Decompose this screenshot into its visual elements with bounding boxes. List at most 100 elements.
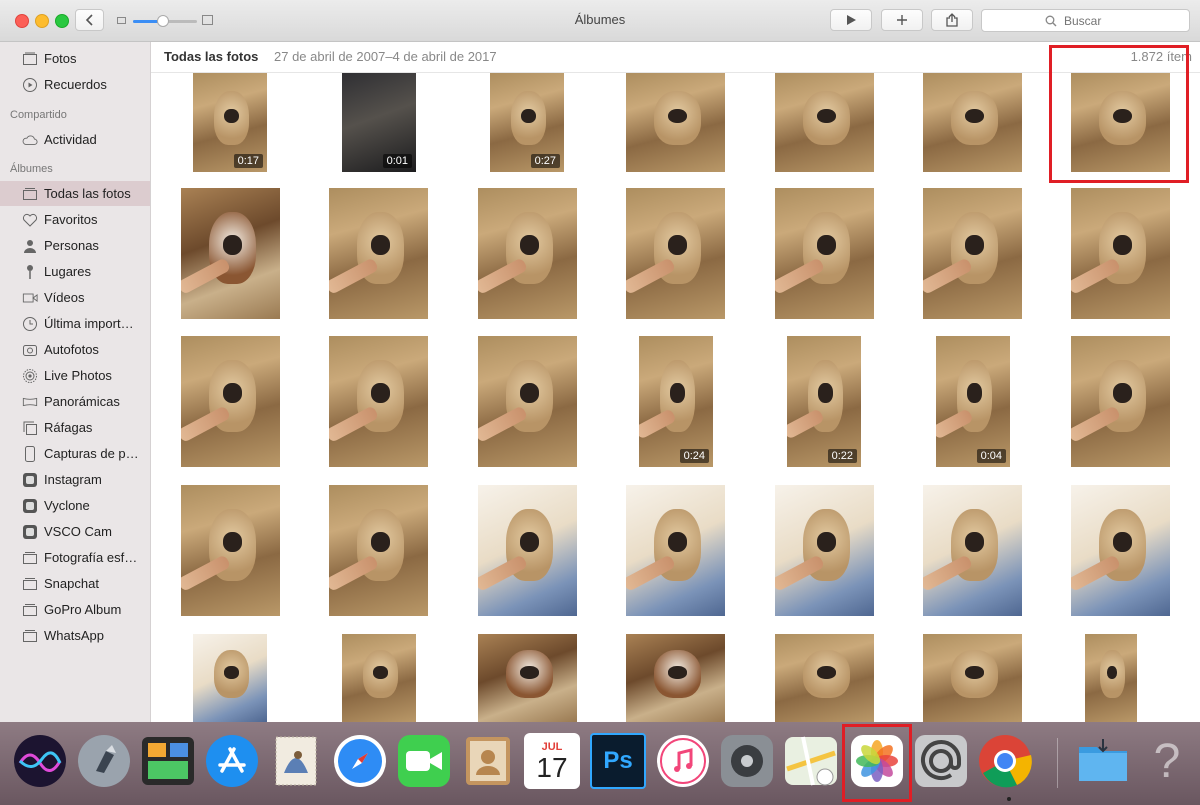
sidebar-item-instagram[interactable]: Instagram — [0, 467, 150, 492]
sidebar-item-última-import[interactable]: Última import… — [0, 311, 150, 336]
photo-thumbnail[interactable] — [193, 634, 267, 722]
photo-thumbnail[interactable] — [329, 485, 428, 616]
sidebar-item-lugares[interactable]: Lugares — [0, 259, 150, 284]
slideshow-button[interactable] — [830, 9, 872, 31]
photo-thumbnail[interactable] — [478, 336, 577, 467]
photo-thumbnail[interactable] — [342, 634, 416, 722]
sidebar-item-todas-las-fotos[interactable]: Todas las fotos — [0, 181, 150, 206]
back-button[interactable] — [75, 9, 104, 31]
dog-muzzle — [1112, 235, 1133, 255]
photos-app-icon[interactable] — [849, 733, 905, 789]
video-duration: 0:04 — [976, 449, 1006, 463]
photo-thumbnail[interactable] — [626, 634, 725, 722]
minimize-window-button[interactable] — [35, 14, 49, 28]
date-range: 27 de abril de 2007–4 de abril de 2017 — [274, 49, 497, 64]
sidebar-item-snapchat[interactable]: Snapchat — [0, 571, 150, 596]
photo-thumbnail[interactable] — [181, 188, 280, 319]
siri-icon[interactable] — [12, 733, 68, 789]
sidebar-item-autofotos[interactable]: Autofotos — [0, 337, 150, 362]
sidebar-item-fotos[interactable]: Fotos — [0, 46, 150, 71]
photo-thumbnail[interactable] — [1085, 634, 1137, 722]
downloads-folder-icon[interactable] — [1075, 733, 1131, 789]
help-icon[interactable]: ? — [1139, 733, 1195, 789]
facetime-icon[interactable] — [396, 733, 452, 789]
sidebar-item-panorámicas[interactable]: Panorámicas — [0, 389, 150, 414]
photo-thumbnail[interactable]: 0:24 — [639, 336, 713, 467]
photo-thumbnail[interactable] — [775, 73, 874, 172]
content-header: Todas las fotos 27 de abril de 2007–4 de… — [151, 42, 1200, 73]
photo-thumbnail[interactable] — [775, 485, 874, 616]
photo-thumbnail[interactable] — [1071, 485, 1170, 616]
video-icon — [22, 290, 38, 306]
sidebar-item-gopro-album[interactable]: GoPro Album — [0, 597, 150, 622]
photoshop-icon[interactable]: Ps — [590, 733, 646, 789]
slider-knob[interactable] — [157, 15, 169, 27]
add-button[interactable] — [881, 9, 923, 31]
system-preferences-icon[interactable] — [719, 733, 775, 789]
calendar-icon[interactable]: JUL 17 — [524, 733, 580, 789]
photo-thumbnail[interactable] — [1071, 336, 1170, 467]
share-button[interactable] — [931, 9, 973, 31]
mail-at-icon[interactable] — [913, 733, 969, 789]
photo-thumbnail[interactable] — [923, 634, 1022, 722]
photo-thumbnail[interactable]: 0:27 — [490, 73, 564, 172]
app-store-icon[interactable] — [204, 733, 260, 789]
mission-control-icon[interactable] — [140, 733, 196, 789]
photo-thumbnail[interactable]: 0:01 — [342, 73, 416, 172]
contacts-icon[interactable] — [460, 733, 516, 789]
sidebar-item-favoritos[interactable]: Favoritos — [0, 207, 150, 232]
photo-thumbnail[interactable] — [923, 485, 1022, 616]
photo-thumbnail[interactable] — [329, 336, 428, 467]
dog-muzzle — [222, 383, 243, 403]
safari-icon[interactable] — [332, 733, 388, 789]
photo-thumbnail[interactable] — [478, 188, 577, 319]
zoom-slider[interactable] — [117, 13, 217, 29]
mail-stamp-icon[interactable] — [268, 733, 324, 789]
photo-thumbnail[interactable]: 0:04 — [936, 336, 1010, 467]
dog-muzzle — [222, 235, 243, 255]
photo-thumbnail[interactable] — [181, 485, 280, 616]
play-icon — [847, 15, 856, 25]
sidebar-item-whatsapp[interactable]: WhatsApp — [0, 623, 150, 648]
photo-thumbnail[interactable] — [181, 336, 280, 467]
sidebar-item-vídeos[interactable]: Vídeos — [0, 285, 150, 310]
sidebar-item-personas[interactable]: Personas — [0, 233, 150, 258]
photo-thumbnail[interactable] — [1071, 73, 1170, 172]
zoom-window-button[interactable] — [55, 14, 69, 28]
photo-thumbnail[interactable] — [329, 188, 428, 319]
photo-thumbnail[interactable]: 0:22 — [787, 336, 861, 467]
photo-thumbnail[interactable]: 0:17 — [193, 73, 267, 172]
photo-thumbnail[interactable] — [923, 188, 1022, 319]
maps-icon[interactable] — [783, 733, 839, 789]
photo-thumbnail[interactable] — [1071, 188, 1170, 319]
sidebar-item-recuerdos[interactable]: Recuerdos — [0, 72, 150, 97]
sidebar-item-live-photos[interactable]: Live Photos — [0, 363, 150, 388]
launchpad-icon[interactable] — [76, 733, 132, 789]
dog-muzzle — [1106, 665, 1118, 679]
photo-thumbnail[interactable] — [775, 634, 874, 722]
photo-thumbnail[interactable] — [626, 73, 725, 172]
photo-thumbnail[interactable] — [626, 485, 725, 616]
sidebar-item-label: Favoritos — [44, 212, 98, 227]
photo-thumbnail[interactable] — [626, 188, 725, 319]
sidebar-item-label: Snapchat — [44, 576, 99, 591]
sidebar-item-label: VSCO Cam — [44, 524, 112, 539]
cloud-icon — [22, 132, 38, 148]
live-photo-icon — [22, 368, 38, 384]
photo-thumbnail[interactable] — [478, 485, 577, 616]
close-window-button[interactable] — [15, 14, 29, 28]
photo-thumbnail[interactable] — [478, 634, 577, 722]
photo-thumbnail[interactable] — [923, 73, 1022, 172]
sidebar-item-capturas-de-p[interactable]: Capturas de p… — [0, 441, 150, 466]
dog-muzzle — [816, 665, 837, 679]
sidebar-item-actividad[interactable]: Actividad — [0, 127, 150, 152]
search-field[interactable] — [981, 9, 1190, 32]
sidebar-item-fotografía-esf[interactable]: Fotografía esf… — [0, 545, 150, 570]
search-input[interactable] — [1062, 12, 1126, 29]
sidebar-item-ráfagas[interactable]: Ráfagas — [0, 415, 150, 440]
chrome-icon[interactable] — [977, 733, 1033, 789]
sidebar-item-vyclone[interactable]: Vyclone — [0, 493, 150, 518]
itunes-icon[interactable] — [655, 733, 711, 789]
sidebar-item-vsco-cam[interactable]: VSCO Cam — [0, 519, 150, 544]
photo-thumbnail[interactable] — [775, 188, 874, 319]
